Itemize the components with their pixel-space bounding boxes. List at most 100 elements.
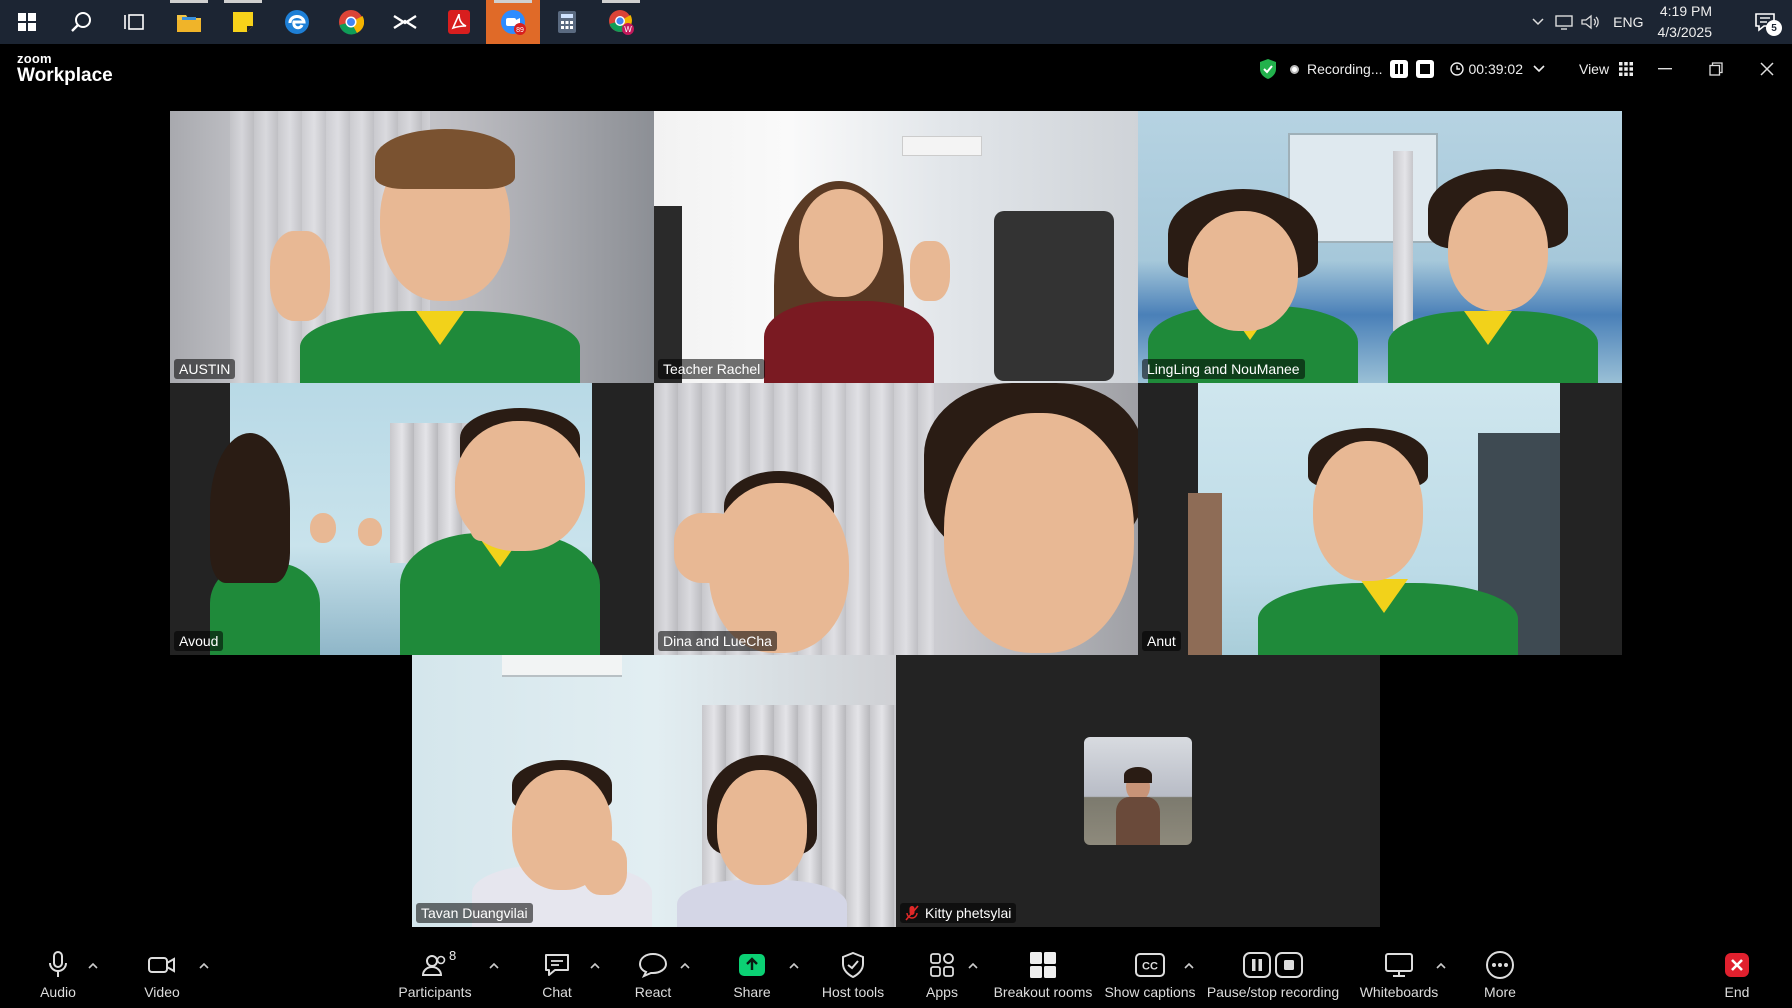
chevron-up-icon[interactable] — [1525, 0, 1551, 44]
share-button[interactable]: Share — [732, 950, 772, 1004]
participant-video — [210, 383, 600, 655]
participant-video — [170, 111, 654, 383]
meeting-toolbar: Audio Video 8 Participants Chat React Sh… — [0, 942, 1792, 1008]
react-options-caret[interactable] — [680, 958, 690, 972]
audio-button[interactable]: Audio — [36, 950, 80, 1004]
share-options-caret[interactable] — [789, 958, 799, 972]
window-controls — [1639, 44, 1792, 94]
react-label: React — [634, 984, 672, 1000]
svg-text:CC: CC — [1142, 961, 1158, 973]
participant-name: Kitty phetsylai — [925, 905, 1012, 921]
chrome-profile-icon[interactable]: W — [594, 0, 648, 44]
participants-count: 8 — [449, 948, 457, 963]
whiteboards-options-caret[interactable] — [1436, 958, 1446, 972]
meeting-timer[interactable]: 00:39:02 — [1450, 61, 1545, 77]
svg-text:89: 89 — [516, 27, 524, 34]
whiteboard-icon — [1385, 953, 1413, 977]
video-button[interactable]: Video — [140, 950, 184, 1004]
video-tile-dina-luecha[interactable]: Dina and LueCha — [654, 383, 1138, 655]
whiteboards-button[interactable]: Whiteboards — [1360, 950, 1438, 1004]
grid-icon — [1619, 62, 1634, 76]
pause-icon — [1395, 64, 1404, 74]
breakout-rooms-button[interactable]: Breakout rooms — [994, 950, 1092, 1004]
pause-recording-button[interactable] — [1390, 60, 1409, 78]
chevron-up-icon — [1184, 962, 1194, 969]
participant-name-tag: Dina and LueCha — [658, 631, 777, 651]
close-icon — [1759, 62, 1774, 76]
end-label: End — [1724, 984, 1750, 1000]
participants-button[interactable]: 8 Participants — [398, 948, 472, 1004]
apps-button[interactable]: Apps — [922, 950, 962, 1004]
pause-circle-icon — [1243, 952, 1271, 978]
breakout-rooms-icon — [1030, 952, 1056, 978]
video-tile-tavan-duangvilai[interactable]: Tavan Duangvilai — [412, 655, 896, 927]
minimize-icon — [1657, 68, 1672, 70]
video-tile-kitty-phetsylai[interactable]: Kitty phetsylai — [896, 655, 1380, 927]
end-meeting-button[interactable]: End — [1720, 950, 1754, 1004]
chat-button[interactable]: Chat — [537, 950, 577, 1004]
more-button[interactable]: More — [1480, 950, 1520, 1004]
participant-name: Tavan Duangvilai — [421, 905, 528, 921]
meeting-timer-value: 00:39:02 — [1468, 61, 1523, 77]
participant-avatar — [1084, 737, 1192, 845]
calculator-icon[interactable] — [540, 0, 594, 44]
video-tile-austin[interactable]: AUSTIN — [170, 111, 654, 383]
captions-options-caret[interactable] — [1184, 958, 1194, 972]
chat-icon — [545, 954, 569, 976]
video-tile-teacher-rachel[interactable]: Teacher Rachel — [654, 111, 1138, 383]
video-tile-avoud[interactable]: Avoud — [170, 383, 654, 655]
notification-center-button[interactable]: 5 — [1738, 0, 1792, 44]
sticky-notes-icon[interactable] — [216, 0, 270, 44]
share-label: Share — [733, 984, 771, 1000]
participant-name-tag: AUSTIN — [174, 359, 236, 379]
host-tools-button[interactable]: Host tools — [818, 950, 888, 1004]
participant-name-tag: LingLing and NouManee — [1142, 359, 1305, 379]
pause-stop-recording-label: Pause/stop recording — [1206, 984, 1340, 1000]
video-label: Video — [144, 984, 180, 1000]
participant-name-tag: Avoud — [174, 631, 224, 651]
video-tile-anut[interactable]: Anut — [1138, 383, 1622, 655]
participants-options-caret[interactable] — [489, 958, 499, 972]
restore-button[interactable] — [1690, 44, 1741, 94]
chat-options-caret[interactable] — [590, 958, 600, 972]
zoom-title-bar: zoom Workplace Recording... 00:39:02 Vie… — [0, 44, 1792, 94]
search-icon[interactable] — [54, 0, 108, 44]
video-options-caret[interactable] — [199, 958, 209, 972]
stop-recording-button[interactable] — [1416, 60, 1435, 78]
clock[interactable]: 4:19 PM 4/3/2025 — [1658, 1, 1713, 43]
chevron-down-icon — [1533, 65, 1545, 73]
participant-video — [654, 383, 1138, 655]
zoom-logo-big: Workplace — [17, 65, 113, 86]
chevron-up-icon — [1436, 962, 1446, 969]
show-captions-button[interactable]: CC Show captions — [1104, 950, 1196, 1004]
close-button[interactable] — [1741, 44, 1792, 94]
zoom-icon[interactable]: 89 — [486, 0, 540, 44]
video-tile-lingling-noumanee[interactable]: LingLing and NouManee — [1138, 111, 1622, 383]
chevron-up-icon — [968, 962, 978, 969]
participant-name-tag: Kitty phetsylai — [900, 903, 1017, 923]
react-button[interactable]: React — [632, 950, 674, 1004]
view-label: View — [1578, 61, 1610, 77]
network-icon[interactable] — [1551, 0, 1577, 44]
capcut-icon[interactable] — [378, 0, 432, 44]
edge-icon[interactable] — [270, 0, 324, 44]
audio-options-caret[interactable] — [88, 958, 98, 972]
volume-icon[interactable] — [1577, 0, 1603, 44]
chrome-icon[interactable] — [324, 0, 378, 44]
apps-options-caret[interactable] — [968, 958, 978, 972]
minimize-button[interactable] — [1639, 44, 1690, 94]
language-indicator[interactable]: ENG — [1613, 14, 1643, 30]
acrobat-icon[interactable] — [432, 0, 486, 44]
view-button[interactable]: View — [1578, 61, 1634, 77]
host-tools-label: Host tools — [821, 984, 885, 1000]
start-icon[interactable] — [0, 0, 54, 44]
participant-name: Avoud — [179, 633, 219, 649]
task-view-icon[interactable] — [108, 0, 162, 44]
encryption-shield-icon[interactable] — [1258, 58, 1278, 80]
file-explorer-icon[interactable] — [162, 0, 216, 44]
svg-text:W: W — [624, 25, 632, 34]
chevron-up-icon — [590, 962, 600, 969]
windows-taskbar: 89 W ENG 4:19 PM 4/3/2025 5 — [0, 0, 1792, 44]
pause-stop-recording-button[interactable]: Pause/stop recording — [1206, 950, 1340, 1004]
chevron-up-icon — [88, 962, 98, 969]
